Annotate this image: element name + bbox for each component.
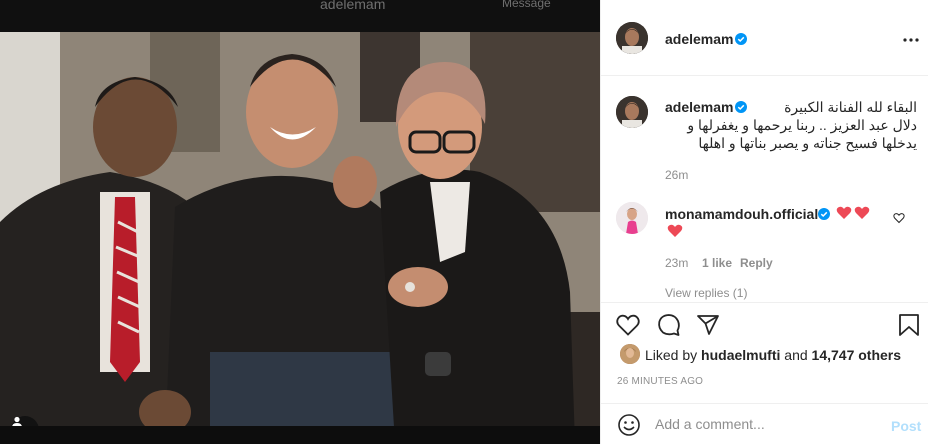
share-button[interactable] [694, 311, 722, 339]
heart-outline-icon [616, 314, 640, 336]
like-comment-heart-icon[interactable] [893, 212, 905, 224]
first-liker-link[interactable]: hudaelmufti [701, 347, 780, 363]
red-heart-icon [667, 224, 683, 237]
commenter-username[interactable]: monamamdouh.official [665, 206, 818, 222]
comment-input[interactable] [655, 415, 875, 433]
caption-time[interactable]: 26m [665, 168, 688, 182]
liker-avatar[interactable] [620, 344, 640, 364]
profile-avatar-icon [616, 96, 648, 128]
smiley-icon [618, 414, 640, 436]
comment-time[interactable]: 23m [665, 256, 688, 270]
save-button[interactable] [895, 311, 923, 339]
comment-likes[interactable]: 1 like [702, 256, 732, 270]
post-side-panel: adelemam adelemam البقاء لله الفنانة الك… [600, 0, 928, 444]
caption-line: البقاء لله الفنانة الكبيرة [784, 99, 917, 115]
likes-prefix: Liked by [645, 347, 698, 363]
caption-line: دلال عبد العزيز .. ربنا يرحمها و يغفرلها… [687, 117, 917, 133]
profile-avatar-icon [616, 22, 648, 54]
post-comment-button[interactable]: Post [891, 418, 921, 434]
profile-avatar-icon [620, 344, 640, 364]
comment-button[interactable] [655, 311, 683, 339]
author-username[interactable]: adelemam [665, 31, 733, 47]
caption-text: البقاء لله الفنانة الكبيرة دلال عبد العز… [665, 98, 917, 152]
caption-author-avatar[interactable] [616, 96, 648, 128]
likes-others-link[interactable]: 14,747 others [812, 347, 902, 363]
commenter-avatar[interactable] [616, 202, 648, 234]
like-button[interactable] [614, 311, 642, 339]
likes-summary: Liked by hudaelmufti and 14,747 others [645, 347, 901, 363]
red-heart-icon [854, 206, 870, 219]
backdrop-message-button: Message [502, 0, 551, 10]
paper-plane-icon [697, 315, 719, 335]
post-actions-bar [601, 302, 928, 346]
add-comment-bar: Post [601, 403, 928, 444]
backdrop-page-strip: adelemam Message [0, 0, 600, 32]
backdrop-username: adelemam [320, 0, 386, 12]
post-timestamp[interactable]: 26 MINUTES AGO [617, 376, 703, 387]
photo-bottom-edge [0, 426, 600, 444]
view-replies-button[interactable]: View replies (1) [665, 286, 747, 300]
red-heart-icon [836, 206, 852, 219]
ellipsis-icon [903, 38, 919, 42]
emoji-button[interactable] [617, 413, 641, 437]
caption-line: يدخلها فسيح جناته و يصبر بناتها و اهلها [698, 135, 917, 151]
author-avatar[interactable] [616, 22, 648, 54]
profile-avatar-icon [616, 202, 648, 234]
likes-joiner: and [784, 347, 808, 363]
verified-badge-icon [735, 33, 747, 45]
more-options-button[interactable] [899, 28, 923, 52]
bookmark-icon [899, 314, 919, 336]
post-header: adelemam [601, 0, 928, 76]
comment-reply-button[interactable]: Reply [740, 256, 773, 270]
verified-badge-icon [818, 208, 830, 220]
comment-bubble-icon [658, 314, 680, 336]
post-photo[interactable] [0, 32, 600, 444]
post-photo-illustration [0, 32, 600, 444]
